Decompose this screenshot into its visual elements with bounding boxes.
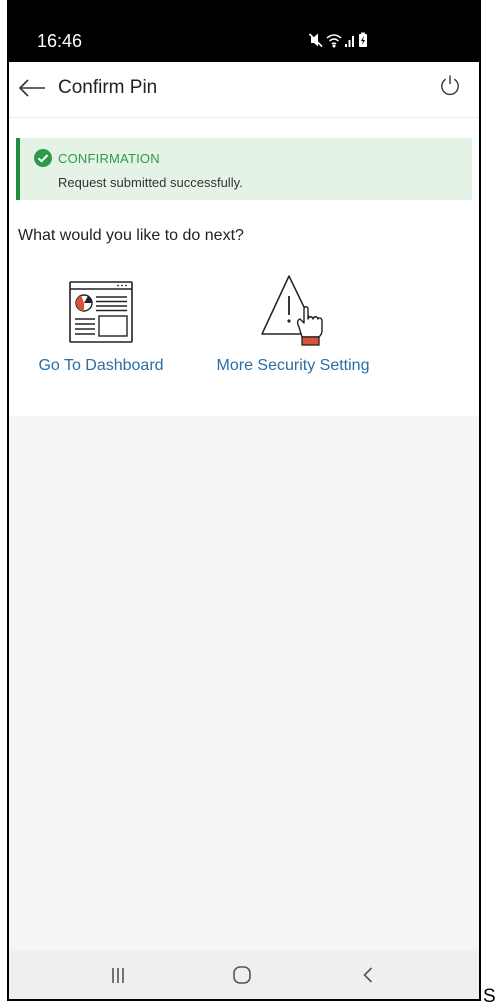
home-button[interactable] (233, 966, 251, 984)
arrow-left-icon (18, 79, 45, 97)
back-button[interactable] (18, 79, 46, 97)
recent-apps-icon (112, 968, 124, 983)
phone-screen: 16:46 Confirm Pin CONFIRMATION Request s… (7, 0, 481, 1001)
empty-content-area (9, 416, 479, 951)
power-icon (441, 75, 459, 96)
mute-icon (309, 33, 323, 48)
page-title: Confirm Pin (58, 77, 158, 98)
back-icon (363, 967, 373, 983)
banner-accent-bar (16, 138, 20, 200)
app-bar: Confirm Pin (9, 62, 479, 118)
confirmation-banner: CONFIRMATION Request submitted successfu… (16, 138, 472, 200)
logout-button[interactable] (439, 74, 461, 96)
system-nav-bar (9, 951, 479, 999)
wifi-icon (326, 34, 342, 48)
security-warning-icon (261, 275, 323, 346)
banner-heading: CONFIRMATION (58, 151, 160, 166)
check-circle-icon (34, 149, 52, 167)
banner-message: Request submitted successfully. (58, 175, 243, 190)
go-to-dashboard-label: Go To Dashboard (38, 357, 164, 374)
battery-icon (359, 32, 367, 47)
system-back-button[interactable] (363, 967, 373, 983)
dashboard-icon (69, 281, 133, 343)
go-to-dashboard-option[interactable]: Go To Dashboard (28, 268, 174, 380)
trailing-text: S (483, 986, 496, 1007)
more-security-setting-label: More Security Setting (216, 357, 370, 374)
status-time: 16:46 (37, 31, 83, 51)
status-icons (309, 32, 371, 48)
home-icon (233, 966, 251, 984)
more-security-setting-option[interactable]: More Security Setting (205, 268, 381, 380)
main-content: CONFIRMATION Request submitted successfu… (9, 118, 479, 416)
recent-apps-button[interactable] (111, 967, 125, 984)
status-bar: 16:46 (9, 2, 479, 62)
next-step-prompt: What would you like to do next? (18, 227, 244, 244)
signal-icon (345, 36, 354, 47)
